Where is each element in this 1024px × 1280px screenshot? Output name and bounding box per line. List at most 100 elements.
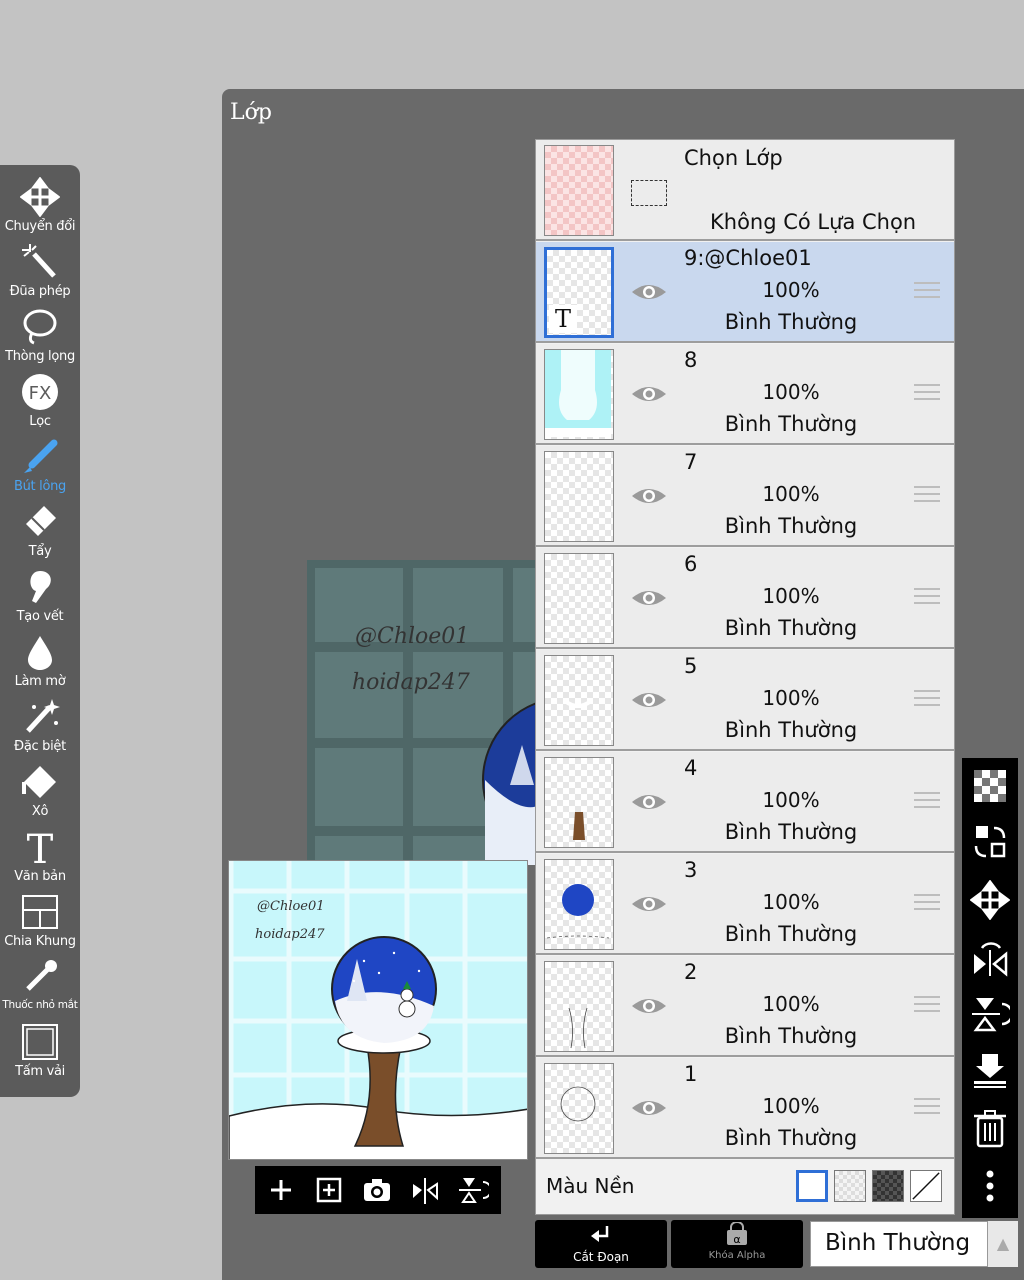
flip-horizontal-icon[interactable] (409, 1174, 441, 1206)
tool-label: Thuốc nhỏ mắt (2, 999, 78, 1011)
layer-row[interactable]: 8 100% Bình Thường (536, 344, 954, 445)
bg-transparent-dark-swatch[interactable] (872, 1170, 904, 1202)
drag-handle-icon[interactable] (914, 894, 940, 914)
trash-icon[interactable] (970, 1108, 1010, 1148)
layer-row[interactable]: T 9:@Chloe01 100% Bình Thường (536, 242, 954, 343)
canvas-icon (22, 1024, 58, 1060)
layer-thumbnail (544, 553, 614, 644)
flip-layer-horizontal-icon[interactable] (970, 938, 1010, 978)
tool-frame-divider[interactable]: Chia Khung (0, 890, 80, 954)
tool-label: Văn bản (14, 869, 66, 884)
move-icon (20, 177, 60, 217)
layer-list: Chọn Lớp Không Có Lựa Chọn T 9:@Chloe01 10… (535, 139, 955, 1215)
fx-icon: FX (22, 374, 58, 410)
visibility-eye-icon[interactable] (630, 584, 668, 612)
checkerboard-icon[interactable] (970, 766, 1010, 806)
layer-name: 5 (684, 654, 698, 678)
visibility-eye-icon[interactable] (630, 278, 668, 306)
selection-thumbnail (544, 145, 614, 236)
layer-blend-mode: Bình Thường (724, 820, 858, 844)
layer-blend-mode: Bình Thường (724, 616, 858, 640)
tool-bucket[interactable]: Xô (0, 760, 80, 824)
layer-name: 8 (684, 348, 698, 372)
tool-label: Chuyển đổi (4, 219, 76, 234)
layer-thumbnail (544, 655, 614, 746)
visibility-eye-icon[interactable] (630, 992, 668, 1020)
svg-text:α: α (733, 1233, 740, 1246)
drag-handle-icon[interactable] (914, 792, 940, 812)
layer-thumbnail (544, 451, 614, 542)
preview-watermark-site: hoidap247 (255, 927, 325, 942)
visibility-eye-icon[interactable] (630, 686, 668, 714)
navigator-preview[interactable]: @Chloe01 hoidap247 (228, 860, 528, 1160)
selection-layer-row[interactable]: Chọn Lớp Không Có Lựa Chọn (536, 140, 954, 241)
drag-handle-icon[interactable] (914, 486, 940, 506)
drag-handle-icon[interactable] (914, 282, 940, 302)
magic-wand-icon (22, 244, 56, 278)
layer-row[interactable]: 3 100% Bình Thường (536, 854, 954, 955)
selection-marquee-icon (631, 180, 667, 206)
visibility-eye-icon[interactable] (630, 482, 668, 510)
tool-smudge[interactable]: Tạo vết (0, 565, 80, 629)
background-color-row: Màu Nền (536, 1160, 954, 1214)
special-wand-icon (26, 699, 60, 733)
clipping-label: Cắt Đoạn (573, 1250, 629, 1264)
tool-special[interactable]: Đặc biệt (0, 695, 80, 759)
merge-down-icon[interactable] (970, 1050, 1010, 1090)
layer-opacity: 100% (762, 1094, 820, 1118)
layer-thumbnail (544, 349, 614, 440)
move-layer-icon[interactable] (970, 880, 1010, 920)
bg-none-swatch[interactable] (910, 1170, 942, 1202)
visibility-eye-icon[interactable] (630, 788, 668, 816)
layer-row[interactable]: 7 100% Bình Thường (536, 446, 954, 547)
lasso-icon (23, 309, 57, 345)
more-options-icon[interactable] (970, 1166, 1010, 1206)
drag-handle-icon[interactable] (914, 996, 940, 1016)
layer-row[interactable]: 5 100% Bình Thường (536, 650, 954, 751)
visibility-eye-icon[interactable] (630, 1094, 668, 1122)
text-icon: T (27, 827, 54, 867)
layer-row[interactable]: 1 100% Bình Thường (536, 1058, 954, 1159)
bg-white-swatch[interactable] (796, 1170, 828, 1202)
tool-transform[interactable]: Chuyển đổi (0, 175, 80, 239)
layer-row[interactable]: 4 100% Bình Thường (536, 752, 954, 853)
tool-lasso[interactable]: Thòng lọng (0, 305, 80, 369)
bg-transparent-light-swatch[interactable] (834, 1170, 866, 1202)
tool-eraser[interactable]: Tẩy (0, 500, 80, 564)
preview-watermark-name: @Chloe01 (257, 899, 325, 914)
alpha-lock-button[interactable]: α Khóa Alpha (671, 1220, 803, 1268)
add-layer-copy-icon[interactable] (313, 1174, 345, 1206)
layer-opacity: 100% (762, 788, 820, 812)
drag-handle-icon[interactable] (914, 1098, 940, 1118)
visibility-eye-icon[interactable] (630, 890, 668, 918)
drag-handle-icon[interactable] (914, 690, 940, 710)
svg-text:T: T (27, 827, 54, 867)
canvas-watermark-site: hoidap247 (352, 670, 470, 695)
layer-row[interactable]: 6 100% Bình Thường (536, 548, 954, 649)
layer-blend-mode: Bình Thường (724, 310, 858, 334)
flip-layer-vertical-icon[interactable] (970, 994, 1010, 1034)
flip-vertical-icon[interactable] (457, 1174, 489, 1206)
clipping-button[interactable]: Cắt Đoạn (535, 1220, 667, 1268)
swap-layers-icon[interactable] (970, 822, 1010, 862)
blend-mode-arrow-icon[interactable]: ▲ (988, 1221, 1018, 1267)
drag-handle-icon[interactable] (914, 384, 940, 404)
add-layer-icon[interactable] (265, 1174, 297, 1206)
clipping-arrow-icon (591, 1226, 609, 1242)
tool-canvas[interactable]: Tấm vải (0, 1020, 80, 1084)
layer-thumbnail: T (544, 247, 614, 338)
drag-handle-icon[interactable] (914, 588, 940, 608)
tool-blur[interactable]: Làm mờ (0, 630, 80, 694)
tool-eyedropper[interactable]: Thuốc nhỏ mắt (0, 955, 80, 1019)
blend-mode-select[interactable]: Bình Thường (810, 1221, 988, 1267)
tool-magic-wand[interactable]: Đũa phép (0, 240, 80, 304)
layer-row[interactable]: 2 100% Bình Thường (536, 956, 954, 1057)
tool-label: Tấm vải (15, 1064, 65, 1079)
tool-filter[interactable]: FX Lọc (0, 370, 80, 434)
tool-label: Lọc (29, 414, 51, 429)
visibility-eye-icon[interactable] (630, 380, 668, 408)
tool-text[interactable]: T Văn bản (0, 825, 80, 889)
camera-icon[interactable] (361, 1174, 393, 1206)
layer-blend-mode: Bình Thường (724, 412, 858, 436)
tool-brush[interactable]: Bút lông (0, 435, 80, 499)
